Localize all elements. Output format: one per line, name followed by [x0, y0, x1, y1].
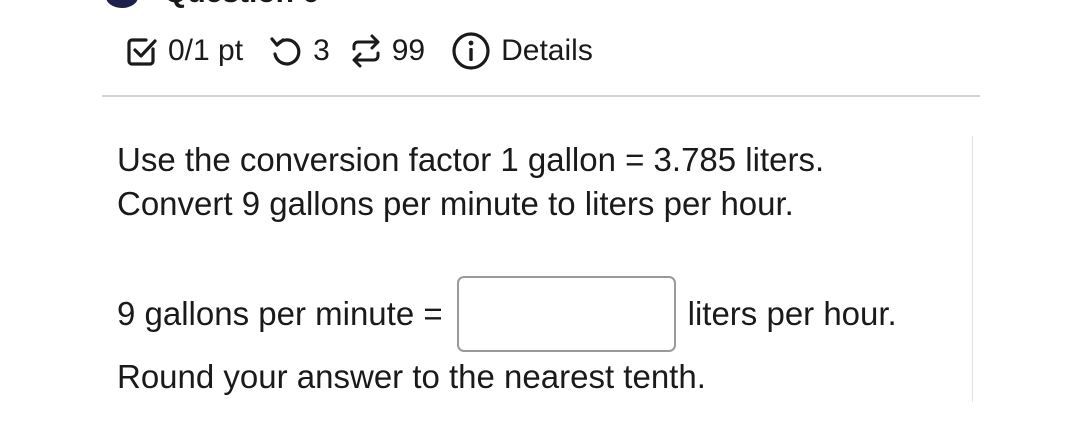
answer-row: 9 gallons per minute = liters per hour. — [117, 276, 897, 352]
versions-count: 99 — [391, 34, 426, 67]
version-icon — [348, 33, 384, 69]
info-icon[interactable] — [451, 31, 491, 71]
retries-count: 3 — [313, 34, 330, 67]
answer-suffix: liters per hour. — [687, 295, 897, 332]
problem-line-2: Convert 9 gallons per minute to liters p… — [117, 185, 794, 222]
points-label: 0/1 pt — [168, 34, 244, 67]
question-title: Question 6 — [164, 0, 319, 8]
problem-line-1: Use the conversion factor 1 gallon = 3.7… — [117, 141, 825, 178]
answer-prefix: 9 gallons per minute = — [117, 295, 443, 332]
content-right-border — [972, 136, 973, 402]
checkbox-icon — [124, 33, 160, 69]
answer-input[interactable] — [456, 276, 676, 352]
details-link[interactable]: Details — [501, 34, 593, 68]
question-status-dot — [106, 0, 138, 8]
header-divider — [102, 95, 980, 97]
retry-icon — [269, 34, 303, 68]
question-header: 0/1 pt 3 99 Details — [124, 26, 593, 76]
rounding-instruction: Round your answer to the nearest tenth. — [117, 358, 706, 395]
